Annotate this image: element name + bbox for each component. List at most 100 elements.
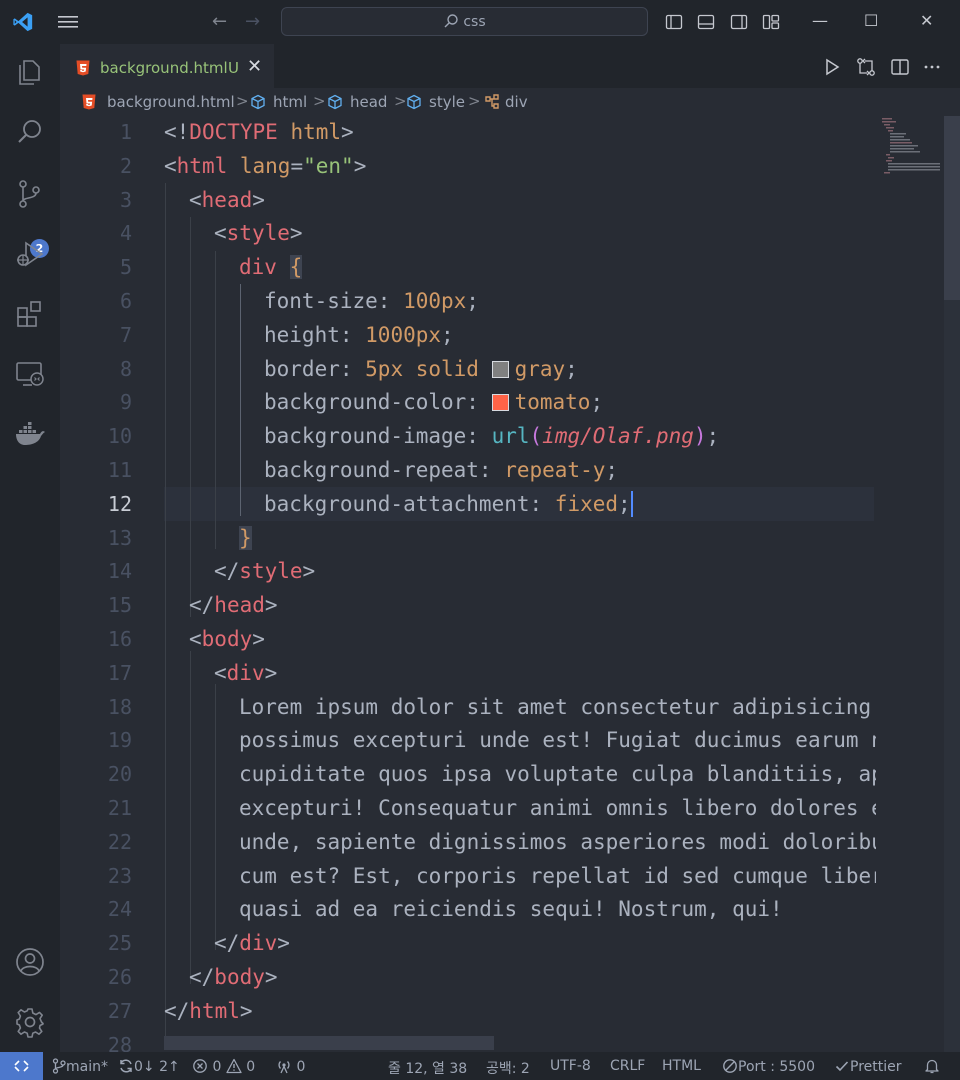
accounts-icon[interactable] (14, 946, 46, 978)
text-cursor (630, 490, 633, 517)
breadcrumb-separator: > (236, 92, 249, 110)
ports-indicator[interactable]: 0 (276, 1058, 305, 1075)
maximize-button[interactable]: ☐ (864, 10, 878, 32)
breadcrumb-separator: > (313, 92, 326, 110)
breadcrumb: background.html > html > head > style > … (60, 88, 960, 116)
live-server-port[interactable]: Port : 5500 (722, 1058, 815, 1075)
remote-indicator[interactable] (0, 1052, 43, 1080)
tab-label: background.html (100, 59, 228, 77)
line-number: 28 (107, 1032, 132, 1052)
code-line: </style> (214, 559, 316, 584)
broadcast-icon (278, 1061, 290, 1074)
line-number: 1 (119, 120, 132, 144)
line-number: 9 (119, 390, 132, 415)
code-line: unde, sapiente dignissimos asperiores mo… (239, 829, 876, 854)
horizontal-scrollbar-thumb[interactable] (164, 1036, 494, 1050)
minimap[interactable] (882, 116, 944, 176)
code-line: </html> (164, 998, 253, 1023)
code-line: <html lang="en"> (164, 153, 367, 178)
ports-count: 0 (296, 1059, 306, 1075)
customize-layout-icon[interactable] (762, 13, 780, 31)
scrollbar-track-lower (944, 300, 960, 1052)
menu-icon[interactable] (57, 12, 79, 32)
toggle-primary-sidebar-icon[interactable] (665, 13, 683, 31)
line-number: 26 (107, 965, 132, 989)
line-number: 23 (107, 863, 132, 888)
tomato-color-swatch[interactable] (491, 394, 509, 412)
breadcrumb-item-head[interactable]: head (350, 93, 387, 111)
more-actions-icon[interactable] (922, 57, 942, 77)
code-line: cupiditate quos ipsa voluptate culpa bla… (239, 762, 876, 787)
vscode-logo-icon (13, 12, 33, 32)
tab-background-html[interactable]: background.html U ✕ (60, 44, 274, 88)
run-icon[interactable] (822, 57, 842, 77)
command-center-search[interactable]: css (281, 7, 648, 36)
search-text: css (463, 14, 486, 30)
line-number: 16 (107, 627, 132, 651)
extensions-icon[interactable] (14, 298, 46, 330)
code-editor[interactable]: 1 2 3 4 5 6 7 8 9 10 11 12 13 14 15 16 1… (60, 116, 960, 1052)
status-bar: main* 0↓ 2↑ 0 0 0 줄 12, 열 38 공백: 2 UTF-8… (0, 1052, 960, 1080)
run-debug-icon[interactable] (14, 238, 46, 270)
explorer-icon[interactable] (14, 56, 46, 88)
docker-icon[interactable] (14, 418, 46, 450)
line-number: 18 (107, 694, 132, 719)
encoding-setting[interactable]: UTF-8 (550, 1058, 591, 1074)
code-line: </head> (189, 593, 278, 618)
circle-slash-icon (723, 1059, 737, 1073)
port-label: Port : 5500 (738, 1059, 815, 1075)
breadcrumb-item-file[interactable]: background.html (107, 93, 235, 111)
settings-gear-icon[interactable] (14, 1006, 46, 1038)
line-number: 6 (119, 289, 132, 313)
source-control-icon[interactable] (14, 178, 46, 210)
notifications-bell-icon[interactable] (924, 1058, 940, 1074)
toggle-panel-icon[interactable] (697, 13, 715, 31)
close-tab-icon[interactable]: ✕ (247, 57, 262, 77)
code-line-active: background-attachment: fixed; (264, 490, 633, 517)
breadcrumb-item-div[interactable]: div (505, 93, 528, 111)
toggle-secondary-sidebar-icon[interactable] (730, 13, 748, 31)
code-content[interactable]: <!DOCTYPE html> <html lang="en"> <head> … (164, 116, 876, 1052)
remote-explorer-icon[interactable] (14, 358, 46, 390)
code-line: background-repeat: repeat-y; (264, 458, 619, 482)
code-line: <body> (189, 627, 265, 651)
cursor-position[interactable]: 줄 12, 열 38 (388, 1058, 467, 1078)
line-number: 19 (107, 728, 132, 753)
branch-indicator[interactable]: main* (52, 1058, 108, 1075)
gray-color-swatch[interactable] (491, 360, 509, 378)
line-number: 8 (119, 356, 132, 381)
vertical-scrollbar[interactable] (944, 116, 960, 1052)
language-mode[interactable]: HTML (662, 1058, 701, 1074)
open-changes-icon[interactable] (856, 57, 876, 77)
prettier-status[interactable]: Prettier (834, 1058, 902, 1075)
breadcrumb-item-html[interactable]: html (273, 93, 307, 111)
forward-arrow-icon[interactable]: → (245, 11, 260, 33)
sync-indicator[interactable]: 0↓ 2↑ (118, 1058, 180, 1075)
code-line: border: 5px solid gray; (264, 356, 578, 381)
line-number: 10 (107, 424, 132, 449)
title-bar: ← → css — ☐ ✕ (0, 0, 960, 44)
eol-setting[interactable]: CRLF (610, 1058, 645, 1074)
error-icon (193, 1059, 207, 1073)
back-arrow-icon[interactable]: ← (212, 11, 227, 33)
code-line: quasi ad ea reiciendis sequi! Nostrum, q… (239, 897, 783, 922)
problems-indicator[interactable]: 0 0 (192, 1058, 255, 1075)
branch-name: main* (66, 1059, 108, 1075)
line-number: 22 (107, 829, 132, 854)
code-line: font-size: 100px; (264, 289, 479, 313)
html5-file-icon (82, 94, 96, 110)
code-line: Lorem ipsum dolor sit amet consectetur a… (239, 694, 872, 719)
breadcrumb-item-style[interactable]: style (429, 93, 465, 111)
line-number: 20 (107, 762, 132, 787)
line-number: 4 (119, 221, 132, 246)
line-number: 25 (107, 931, 132, 956)
code-line: <!DOCTYPE html> (164, 120, 354, 144)
editor-tab-bar: background.html U ✕ (60, 44, 960, 88)
sync-counts: 0↓ 2↑ (134, 1059, 180, 1075)
close-window-button[interactable]: ✕ (920, 10, 933, 32)
search-icon[interactable] (14, 116, 46, 148)
split-editor-icon[interactable] (890, 57, 910, 77)
minimize-button[interactable]: — (812, 10, 828, 32)
breadcrumb-separator: > (468, 92, 481, 110)
indentation-setting[interactable]: 공백: 2 (486, 1058, 530, 1078)
